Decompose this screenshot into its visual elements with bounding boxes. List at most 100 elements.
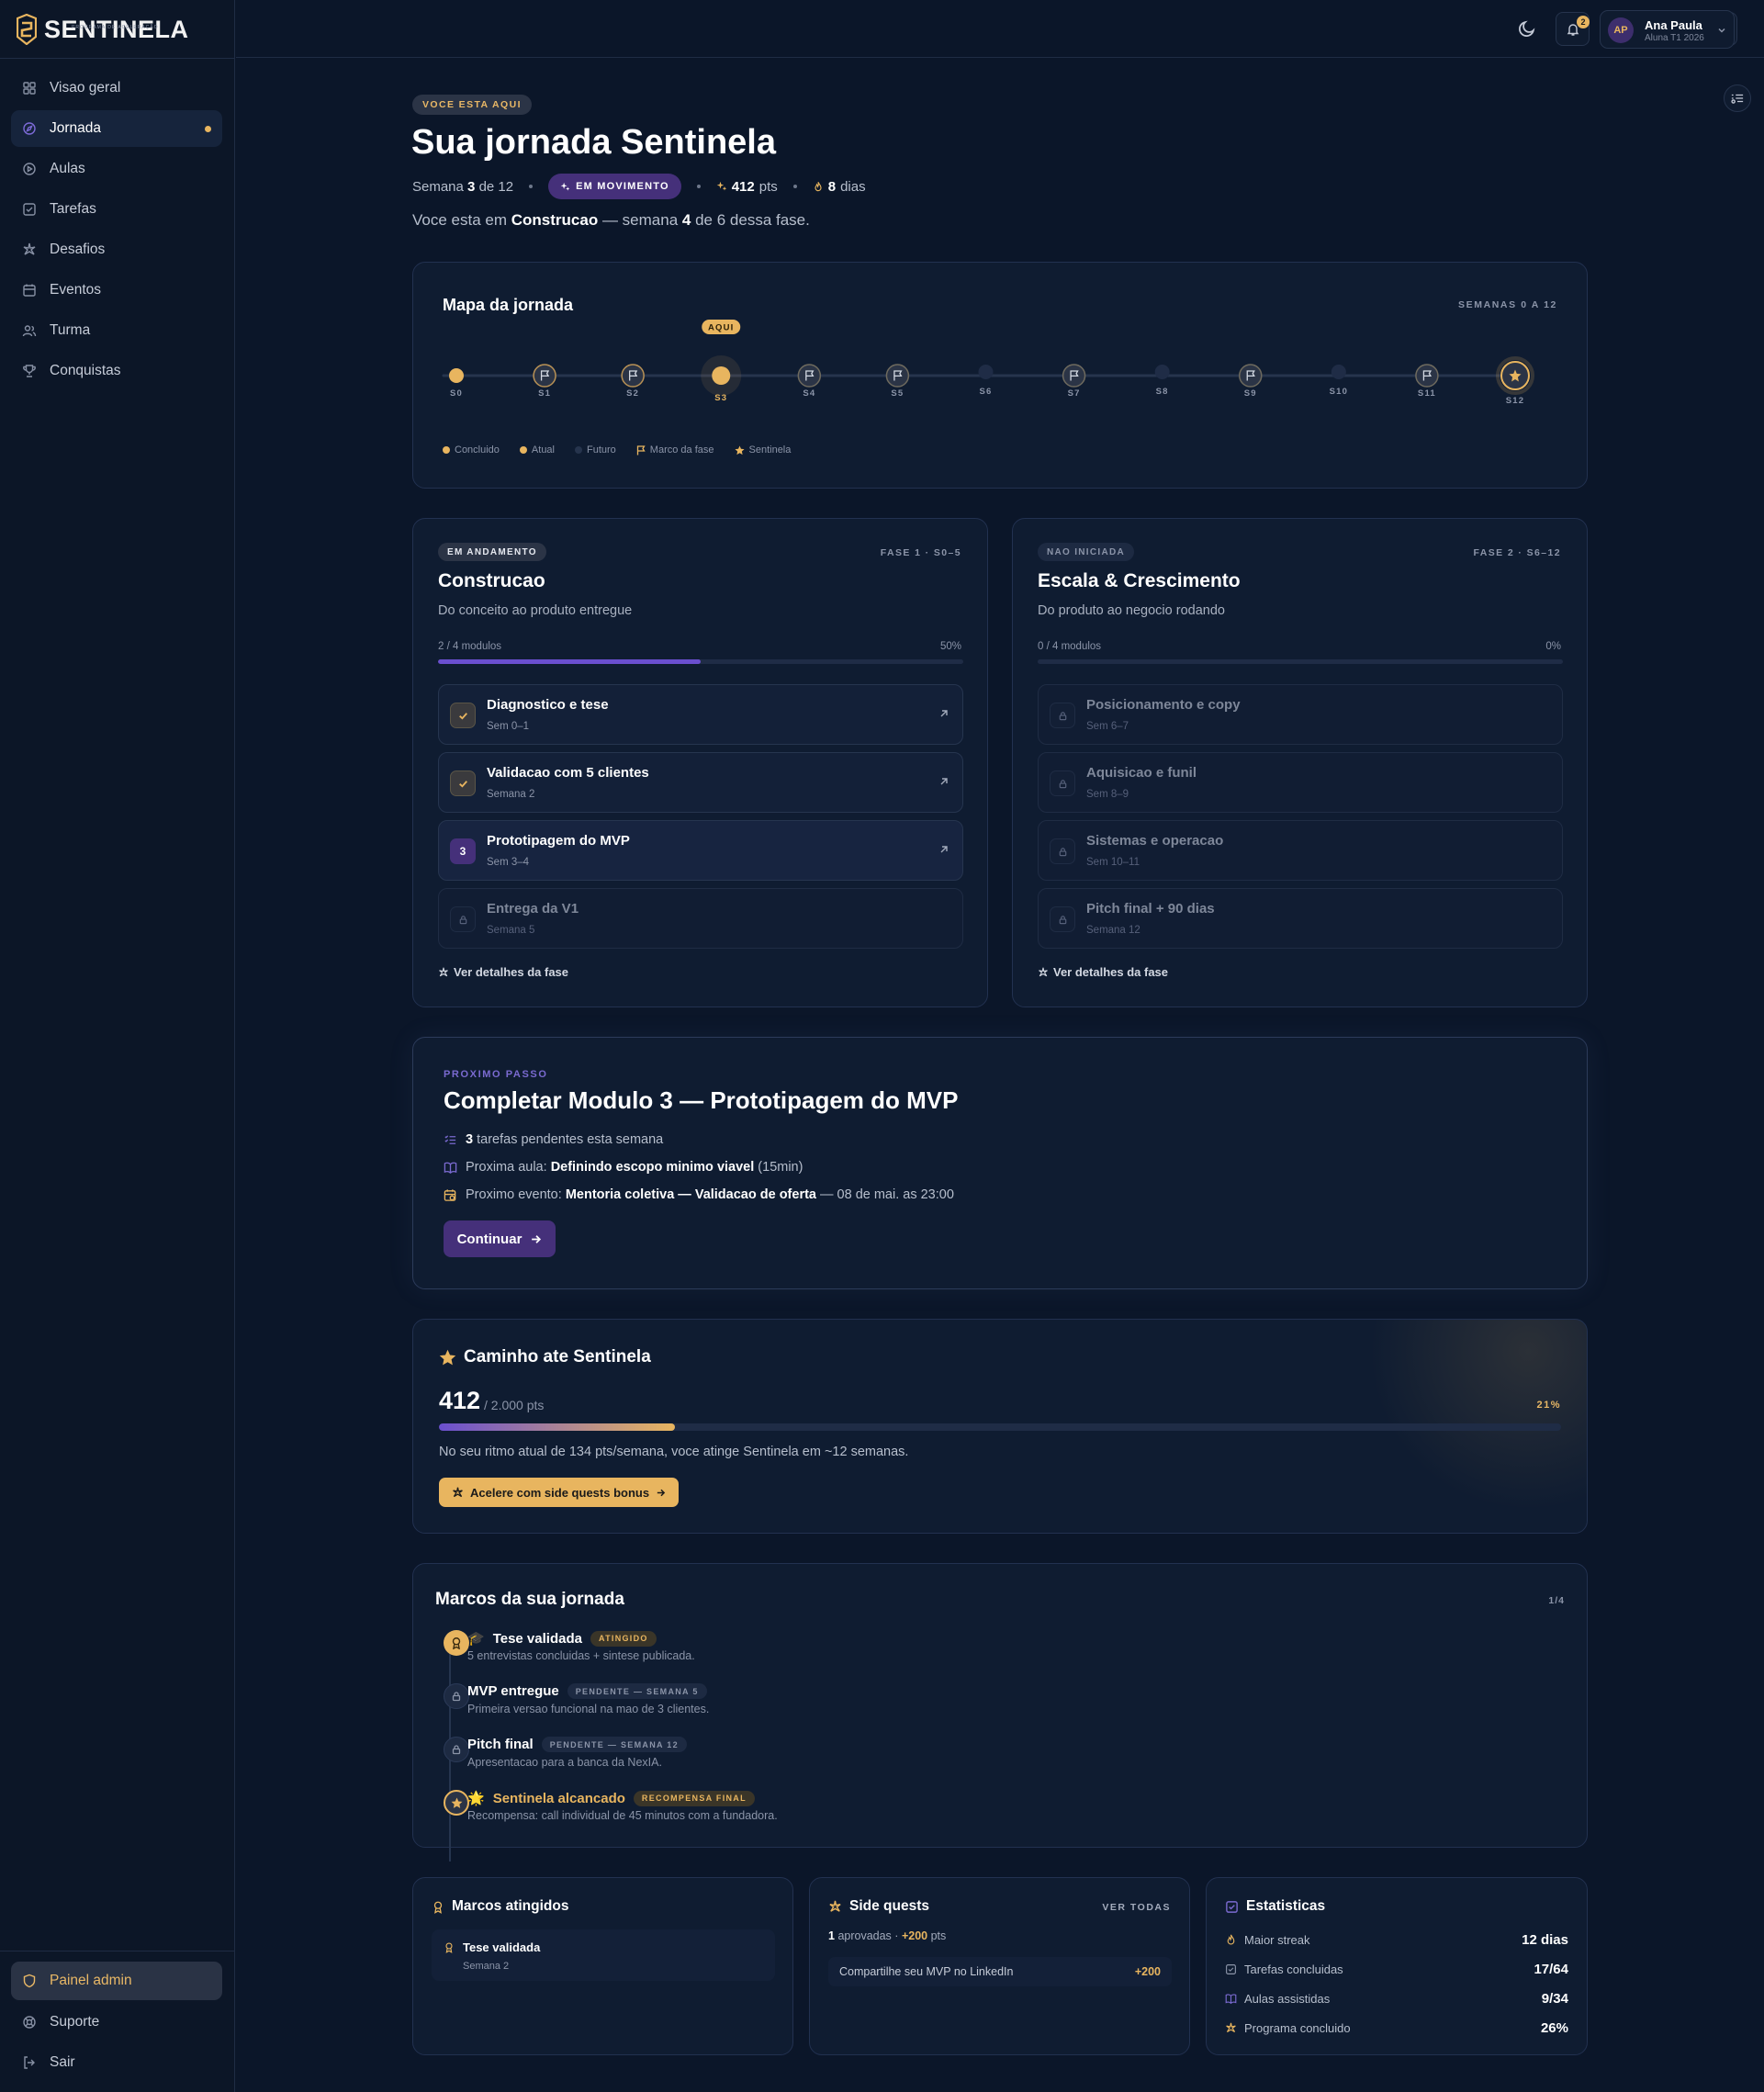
grid-icon: [23, 82, 36, 95]
journey-map-card: Mapa da jornada SEMANAS 0 A 12 S0 S1 S2 AQU…: [412, 262, 1588, 489]
continue-button[interactable]: Continuar: [444, 1220, 556, 1257]
timeline-node-s3[interactable]: AQUI S3: [701, 320, 742, 403]
side-quest-item[interactable]: Compartilhe seu MVP no LinkedIn +200: [828, 1957, 1172, 1986]
sentinela-path-title: Caminho ate Sentinela: [439, 1347, 651, 1367]
lock-icon: [1050, 770, 1075, 796]
phase-progress-fill: [438, 659, 701, 664]
module-title: Entrega da V1: [487, 901, 579, 917]
sidebar-item-sair[interactable]: Sair: [11, 2044, 222, 2081]
timeline-week-label: S0: [450, 388, 463, 399]
sidebar-item-desafios[interactable]: Desafios: [11, 231, 222, 268]
timeline-week-label: S5: [891, 388, 904, 399]
filter-panel-button[interactable]: [1724, 84, 1751, 112]
timeline-node-s2[interactable]: S2: [621, 364, 645, 399]
sidebar-item-label: Conquistas: [50, 363, 121, 378]
timeline-node-s6[interactable]: S6: [978, 365, 994, 397]
sidebar-item-tarefas[interactable]: Tarefas: [11, 191, 222, 228]
module-item-locked: Sistemas e operacao Sem 10–11: [1038, 820, 1563, 881]
active-indicator-dot: [205, 126, 211, 132]
milestone-description: Recompensa: call individual de 45 minuto…: [467, 1809, 778, 1822]
timeline-node-s7[interactable]: S7: [1062, 364, 1086, 399]
legend-current: Atual: [519, 444, 555, 456]
sparkle-icon: [453, 1487, 463, 1497]
side-quests-summary: 1 aprovadas · +200 pts: [828, 1929, 947, 1942]
module-item[interactable]: Validacao com 5 clientes Semana 2: [438, 752, 963, 813]
timeline-node-s4[interactable]: S4: [797, 364, 822, 399]
sidebar-item-jornada[interactable]: Jornada: [11, 110, 222, 147]
see-all-side-quests-link[interactable]: VER TODAS: [1102, 1902, 1171, 1913]
sidebar-item-visao-geral[interactable]: Visao geral: [11, 70, 222, 107]
timeline-node-s8[interactable]: S8: [1154, 365, 1170, 397]
trophy-icon: [23, 365, 36, 377]
module-title: Prototipagem do MVP: [487, 833, 630, 849]
stat-row-streak: Maior streak 12 dias: [1225, 1930, 1568, 1949]
sidebar-item-label: Sair: [50, 2054, 75, 2070]
medal-icon: [445, 1942, 453, 1953]
timeline-node-s5[interactable]: S5: [885, 364, 910, 399]
sidebar-item-label: Visao geral: [50, 80, 121, 96]
timeline-week-label: S7: [1068, 388, 1081, 399]
user-menu-button[interactable]: AP Ana Paula Aluna T1 2026: [1600, 10, 1735, 49]
statistics-card: Estatisticas Maior streak 12 dias Tarefas…: [1206, 1877, 1588, 2055]
milestone-status-tag: ATINGIDO: [590, 1630, 657, 1647]
achieved-item[interactable]: Tese validada Semana 2: [432, 1929, 775, 1981]
phase-details-link[interactable]: Ver detalhes da fase: [438, 965, 568, 979]
play-circle-icon: [23, 163, 36, 175]
journey-timeline: S0 S1 S2 AQUI S3 S4 S5 S6 S7 S8 S9 S10 S11 S12: [442, 320, 1534, 406]
phase-status-badge: NAO INICIADA: [1038, 543, 1135, 561]
sparkle-icon: [439, 967, 448, 976]
module-title: Pitch final + 90 dias: [1086, 901, 1215, 917]
sidebar-item-turma[interactable]: Turma: [11, 312, 222, 349]
timeline-node-s11[interactable]: S11: [1415, 364, 1439, 399]
timeline-node-s10[interactable]: S10: [1330, 365, 1349, 397]
sidebar-item-painel-admin[interactable]: Painel admin: [11, 1962, 222, 2000]
milestone-title: Sentinela alcancado: [492, 1790, 625, 1806]
milestone-title: MVP entregue: [467, 1683, 559, 1699]
lock-icon: [1050, 906, 1075, 932]
flame-icon: [1227, 1934, 1235, 1944]
arrow-right-icon: [532, 1234, 542, 1243]
timeline-node-s12[interactable]: S12: [1496, 356, 1534, 406]
logo-subtitle: PROGRAMA DE ACELERAÇÃO: [72, 25, 159, 30]
module-title: Diagnostico e tese: [487, 697, 609, 713]
module-weeks: Semana 2: [487, 789, 535, 800]
stat-row-lessons: Aulas assistidas 9/34: [1225, 1989, 1568, 2008]
sidebar-item-suporte[interactable]: Suporte: [11, 2004, 222, 2041]
milestones-card: Marcos da sua jornada 1/4 🎓 Tese validada…: [412, 1563, 1588, 1861]
sidebar: SENTINELA PROGRAMA DE ACELERAÇÃO Visao g…: [0, 0, 235, 2092]
user-name: Ana Paula: [1645, 18, 1702, 32]
sidebar-nav: Visao geral Jornada Aulas Tarefas Desafi…: [11, 70, 222, 393]
timeline-node-s9[interactable]: S9: [1239, 364, 1263, 399]
timeline-week-label: S2: [626, 388, 639, 399]
check-square-icon: [23, 203, 36, 216]
sentinela-total: / 2.000 pts: [484, 1398, 545, 1412]
milestone-description: Primeira versao funcional na mao de 3 cl…: [467, 1703, 710, 1715]
timeline-node-s0[interactable]: S0: [449, 368, 464, 399]
module-item[interactable]: Diagnostico e tese Sem 0–1: [438, 684, 963, 745]
phase-details-link[interactable]: Ver detalhes da fase: [1038, 965, 1168, 979]
hero-points: 412 pts: [716, 179, 778, 195]
timeline-node-s1[interactable]: S1: [533, 364, 556, 399]
theme-toggle-button[interactable]: [1517, 18, 1539, 40]
phase-meta: FASE 1 · S0–5: [880, 547, 961, 558]
next-event-row: Proximo evento: Mentoria coletiva — Vali…: [444, 1187, 954, 1202]
timeline-week-label: S11: [1418, 388, 1436, 399]
timeline-week-label: S10: [1330, 387, 1349, 397]
sidebar-item-label: Painel admin: [50, 1973, 132, 1988]
module-item-current[interactable]: 3 Prototipagem do MVP Sem 3–4: [438, 820, 963, 881]
sparkle-icon: [1226, 2022, 1236, 2032]
notifications-button[interactable]: 2: [1556, 12, 1590, 46]
avatar: AP: [1608, 17, 1634, 43]
next-lesson-row: Proxima aula: Definindo escopo minimo vi…: [444, 1160, 803, 1175]
sidebar-item-conquistas[interactable]: Conquistas: [11, 353, 222, 389]
phase-progress-bar: [438, 659, 963, 664]
medal-icon: [433, 1901, 443, 1914]
user-role: Aluna T1 2026: [1645, 33, 1704, 43]
arrow-up-right-icon: [940, 778, 948, 785]
lock-icon: [1050, 703, 1075, 728]
sidebar-item-eventos[interactable]: Eventos: [11, 272, 222, 309]
sidebar-item-aulas[interactable]: Aulas: [11, 151, 222, 187]
phase-meta: FASE 2 · S6–12: [1473, 547, 1561, 558]
side-quests-bonus-button[interactable]: Acelere com side quests bonus: [439, 1478, 680, 1507]
star-icon: [444, 1790, 469, 1816]
